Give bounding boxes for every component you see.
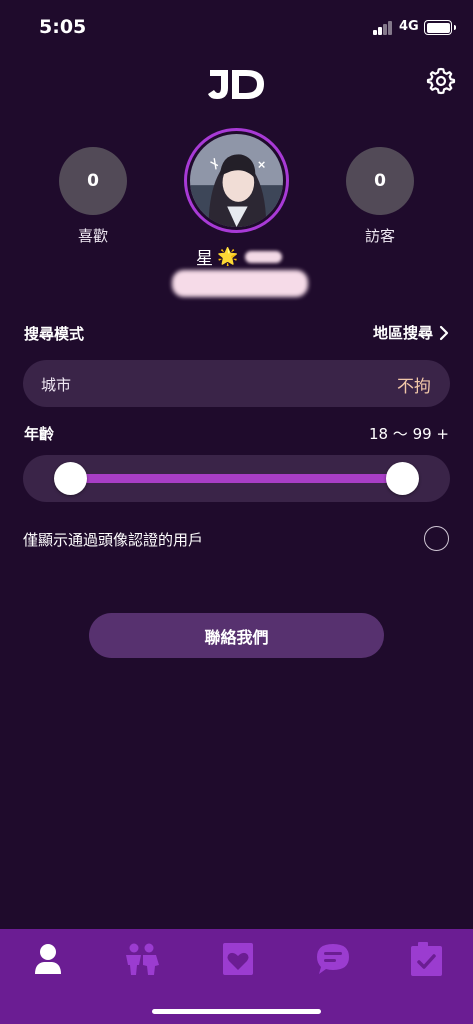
tab-profile[interactable] — [28, 939, 68, 979]
heart-card-icon — [223, 943, 253, 975]
likes-count: 0 — [59, 147, 127, 215]
age-max-handle[interactable] — [386, 462, 419, 495]
age-min-handle[interactable] — [54, 462, 87, 495]
user-id-redaction — [172, 270, 308, 297]
nickname-redaction — [245, 251, 282, 263]
tab-tasks[interactable] — [406, 939, 446, 979]
profile-icon — [35, 944, 61, 974]
tab-chat[interactable] — [313, 939, 353, 979]
nickname: 星 🌟 — [196, 244, 239, 270]
star-emoji-icon: 🌟 — [217, 246, 239, 267]
verified-only-radio[interactable] — [424, 526, 449, 551]
battery-icon — [424, 20, 456, 35]
age-slider-range — [70, 474, 402, 483]
search-mode-label: 搜尋模式 — [24, 325, 85, 343]
signal-icon — [373, 21, 393, 35]
app-logo — [208, 70, 264, 99]
home-indicator[interactable] — [152, 1009, 321, 1014]
likes-label: 喜歡 — [77, 227, 108, 245]
nickname-prefix: 星 — [196, 249, 213, 269]
network-type: 4G — [399, 19, 419, 34]
likes-stat[interactable]: 0 喜歡 — [59, 147, 127, 246]
search-mode-selector[interactable]: 地區搜尋 — [373, 322, 449, 343]
city-value[interactable]: 不拘 — [397, 372, 431, 397]
gear-icon[interactable] — [426, 66, 456, 96]
contact-us-label: 聯絡我們 — [204, 627, 269, 647]
couple-icon — [126, 943, 159, 975]
verified-only-label: 僅顯示通過頭像認證的用戶 — [23, 531, 204, 549]
city-selector[interactable] — [23, 360, 450, 407]
search-mode-value: 地區搜尋 — [372, 324, 433, 342]
visitors-stat[interactable]: 0 訪客 — [346, 147, 414, 246]
profile-screen: 5:05 4G 0 喜歡 0 訪客 星 🌟 搜尋模式 地區搜尋 城市 不拘 年齡… — [0, 0, 473, 1024]
status-time: 5:05 — [39, 16, 87, 38]
city-label: 城市 — [41, 376, 72, 394]
checklist-icon — [411, 942, 442, 976]
contact-us-button[interactable]: 聯絡我們 — [89, 613, 384, 658]
age-range-value: 18 ～ 99 + — [368, 425, 449, 443]
tab-matches[interactable] — [122, 939, 162, 979]
avatar[interactable] — [184, 128, 289, 233]
visitors-count: 0 — [346, 147, 414, 215]
visitors-label: 訪客 — [364, 227, 395, 245]
tab-likes[interactable] — [218, 939, 258, 979]
chat-bubble-icon — [317, 944, 349, 974]
avatar-photo — [190, 134, 283, 227]
age-label: 年齡 — [24, 425, 55, 443]
chevron-right-icon — [439, 325, 449, 340]
